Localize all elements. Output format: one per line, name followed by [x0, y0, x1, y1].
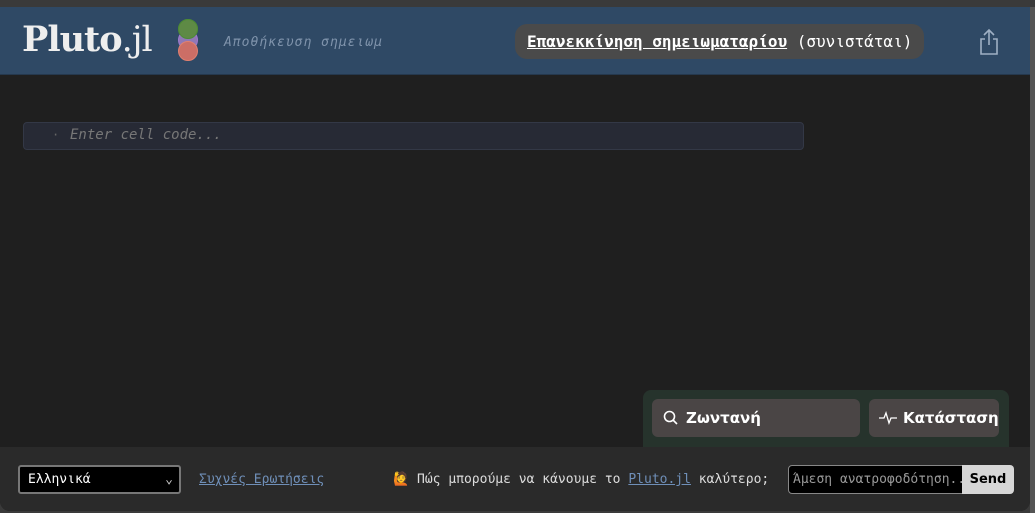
logo-suffix: .jl — [121, 20, 153, 60]
feedback-prompt: 🙋 Πώς μπορούμε να κάνουμε το Pluto.jl κα… — [393, 472, 769, 487]
cell-placeholder: Enter cell code... — [70, 127, 222, 143]
chevron-down-icon: ⌄ — [165, 472, 173, 487]
language-value: Ελληνικά — [28, 472, 91, 487]
pluto-logo[interactable]: Pluto.jl — [22, 19, 153, 60]
share-icon[interactable] — [978, 28, 1000, 56]
status-button[interactable]: Κατάσταση — [869, 399, 999, 437]
logo-dot-green-top-icon — [178, 19, 198, 39]
restart-notebook-button[interactable]: Επανεκκίνηση σημειωματαρίου (συνιστάται) — [515, 24, 925, 59]
language-select[interactable]: Ελληνικά ⌄ — [18, 465, 181, 494]
pluto-window: Pluto.jl Αποθήκευση σημειωμ Επανεκκίνηση… — [0, 7, 1030, 511]
live-docs-button[interactable]: Ζωντανή τεκμηρίωση — [652, 399, 860, 465]
ask-suffix: καλύτερο; — [698, 472, 770, 487]
footer: Ελληνικά ⌄ Συχνές Ερωτήσεις 🙋 Πώς μπορούμ… — [0, 447, 1030, 511]
restart-link[interactable]: Επανεκκίνηση σημειωματαρίου — [527, 32, 787, 51]
status-label: Κατάσταση — [903, 409, 999, 427]
scrollbar[interactable] — [1030, 7, 1035, 513]
save-status: Αποθήκευση σημειωμ — [224, 35, 383, 50]
logo-dot-red-icon — [178, 41, 198, 61]
faq-link[interactable]: Συχνές Ερωτήσεις — [199, 472, 324, 487]
restart-note: (συνιστάται) — [796, 32, 913, 51]
feedback-input[interactable]: Άμεση ανατροφοδότηση... — [788, 465, 963, 494]
helpbox-panel: Ζωντανή τεκμηρίωση Κατάσταση — [643, 390, 1009, 465]
header: Pluto.jl Αποθήκευση σημειωμ Επανεκκίνηση… — [0, 7, 1030, 75]
cell-bullet-icon: · — [52, 128, 60, 142]
send-button[interactable]: Send — [962, 465, 1014, 494]
ask-prefix: Πώς μπορούμε να κάνουμε το — [417, 472, 621, 487]
pluto-link[interactable]: Pluto.jl — [628, 472, 691, 487]
emoji-icon: 🙋 — [393, 472, 410, 487]
search-icon — [663, 410, 678, 425]
logo-text: Pluto — [22, 19, 123, 60]
pulse-icon — [879, 411, 897, 425]
code-cell-input[interactable]: · Enter cell code... — [23, 122, 804, 150]
